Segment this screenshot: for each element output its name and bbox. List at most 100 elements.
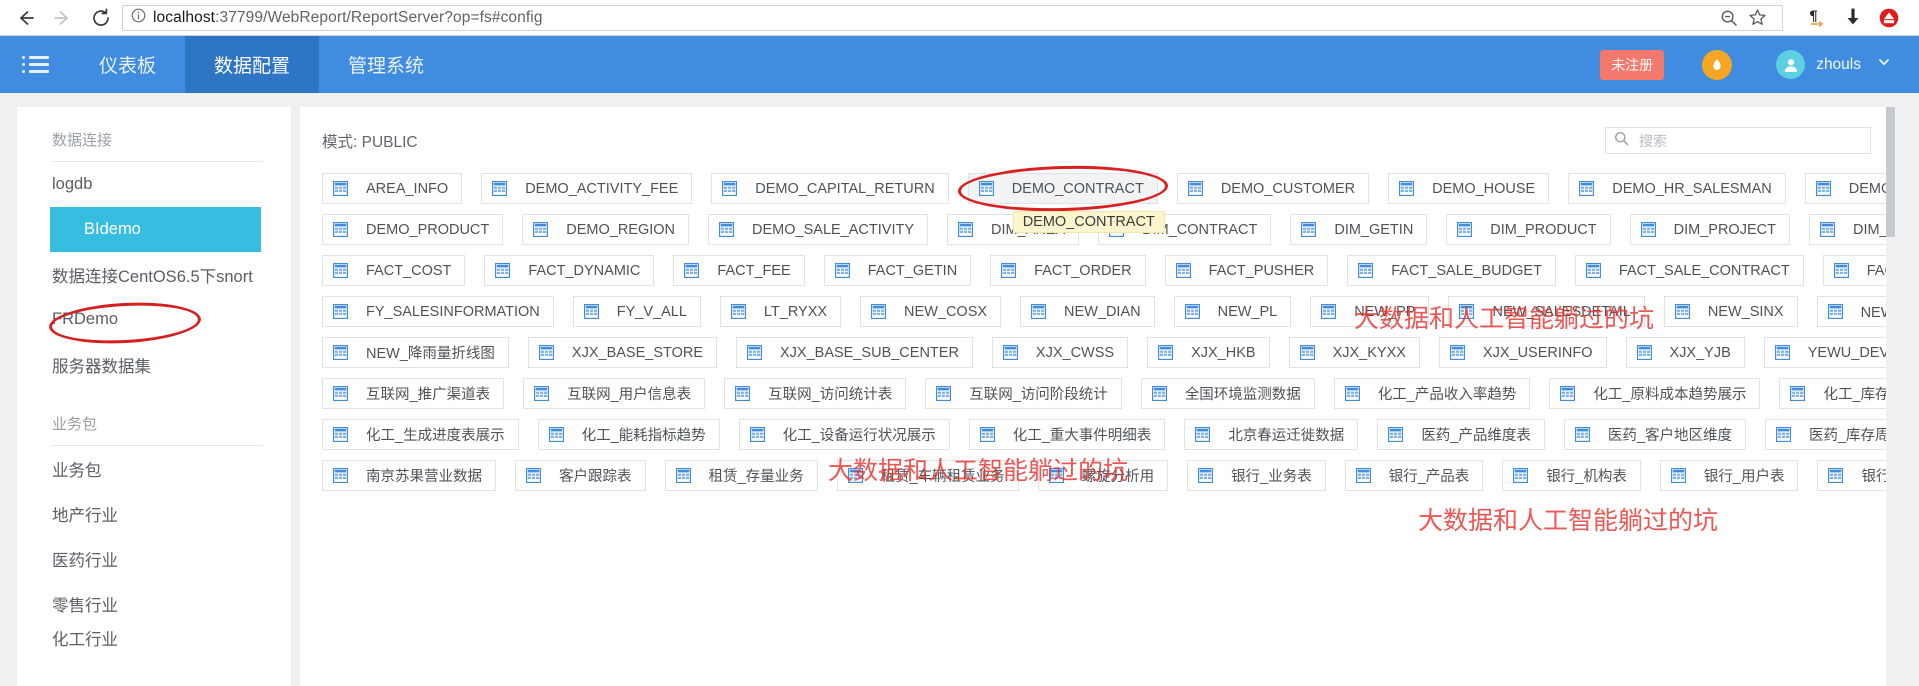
table-chip[interactable]: FACT_DYNAMIC [484, 255, 655, 286]
table-chip[interactable]: XJX_BASE_STORE [527, 337, 718, 368]
extension-icon[interactable] [1877, 6, 1901, 30]
table-chip[interactable]: XJX_KYXX [1288, 337, 1420, 368]
download-icon[interactable] [1841, 6, 1865, 30]
table-chip[interactable]: 化工_能耗指标趋势 [537, 419, 720, 450]
table-chip[interactable]: NEW_SALESDETAIL [1448, 296, 1645, 327]
main-scrollbar-thumb[interactable] [1886, 107, 1895, 237]
table-chip[interactable]: 互联网_用户信息表 [523, 378, 706, 409]
table-chip[interactable]: NEW_PP [1310, 296, 1430, 327]
table-chip[interactable]: XJX_HKB [1147, 337, 1270, 368]
table-chip[interactable]: XJX_BASE_SUB_CENTER [736, 337, 973, 368]
table-chip[interactable]: 北京春运迁徙数据 [1184, 419, 1359, 450]
table-chip[interactable]: FACT_STOCK [1822, 255, 1895, 286]
sidebar-item-bidemo[interactable]: BIdemo [50, 207, 261, 252]
table-chip[interactable]: 互联网_访问阶段统计 [925, 378, 1122, 409]
sidebar-item-realestate[interactable]: 地产行业 [17, 491, 291, 536]
chevron-down-icon[interactable] [1877, 55, 1891, 74]
zoom-out-icon[interactable] [1716, 6, 1742, 30]
table-chip[interactable]: FACT_COST [322, 255, 466, 286]
table-chip[interactable]: 客户跟踪表 [515, 460, 646, 491]
table-chip[interactable]: NEW_COSX [860, 296, 1002, 327]
sidebar-item-logdb[interactable]: logdb [17, 162, 291, 207]
table-chip[interactable]: 互联网_推广渠道表 [322, 378, 505, 409]
table-chip[interactable]: 租赁_车辆租赁业务 [836, 460, 1019, 491]
table-chip[interactable]: DEMO_REGION [522, 214, 690, 245]
table-chip[interactable]: FACT_PUSHER [1164, 255, 1329, 286]
sidebar-item-server-dataset[interactable]: 服务器数据集 [17, 342, 291, 387]
tab-management[interactable]: 管理系统 [319, 36, 453, 93]
address-bar[interactable]: localhost:37799/WebReport/ReportServer?o… [122, 4, 1783, 31]
table-chip[interactable]: DEMO_PRODUCT [322, 214, 504, 245]
table-chip[interactable]: DEMO_SALE_ACTIVITY [708, 214, 928, 245]
table-chip[interactable]: DEMO_ACTIVITY_FEE [481, 173, 693, 204]
table-chip[interactable]: XJX_USERINFO [1438, 337, 1607, 368]
table-chip[interactable]: DIM_AREA [947, 214, 1080, 245]
table-chip[interactable]: 化工_生成进度表展示 [322, 419, 519, 450]
table-chip[interactable]: FACT_FEE [673, 255, 805, 286]
table-chip[interactable]: 银行_产品表 [1344, 460, 1484, 491]
table-chip[interactable]: DEMO_HR_USER [1804, 173, 1895, 204]
table-chip[interactable]: 银行_财务分析 [1817, 460, 1895, 491]
table-chip[interactable]: FACT_GETIN [823, 255, 972, 286]
sidebar-item-frdemo[interactable]: FRDemo [17, 297, 291, 342]
table-chip[interactable]: 医药_库存周转事实表 [1764, 419, 1895, 450]
flame-icon[interactable] [1702, 49, 1733, 80]
sidebar-item-pharma[interactable]: 医药行业 [17, 536, 291, 581]
search-box[interactable] [1605, 127, 1871, 154]
table-chip[interactable]: DEMO_CUSTOMER [1176, 173, 1370, 204]
table-chip[interactable]: 化工_设备运行状况展示 [738, 419, 950, 450]
table-chip[interactable]: DEMO_HR_SALESMAN [1568, 173, 1786, 204]
table-chip[interactable]: AREA_INFO [322, 173, 463, 204]
table-chip[interactable]: DIM_PROJECT [1629, 214, 1790, 245]
table-chip[interactable]: FACT_SALE_CONTRACT [1574, 255, 1804, 286]
table-chip[interactable]: DEMO_HOUSE [1388, 173, 1550, 204]
table-chip[interactable]: NEW_PL [1173, 296, 1292, 327]
table-chip[interactable]: 互联网_访问统计表 [724, 378, 907, 409]
table-chip[interactable]: 银行_用户表 [1659, 460, 1799, 491]
table-chip[interactable]: NEW_三角函数柱形图 [1816, 296, 1895, 327]
sidebar-item-chemical[interactable]: 化工行业 [17, 626, 291, 648]
table-chip[interactable]: LT_RYXX [719, 296, 842, 327]
table-chip[interactable]: 医药_客户地区维度 [1563, 419, 1746, 450]
table-chip[interactable]: 南京苏果营业数据 [322, 460, 496, 491]
table-chip[interactable]: 螺旋分析用 [1037, 460, 1169, 491]
table-chip[interactable]: DEMO_CONTRACT [967, 173, 1158, 204]
table-chip[interactable]: 化工_库存展示 [1779, 378, 1895, 409]
table-chip[interactable]: 化工_重大事件明细表 [968, 419, 1166, 450]
avatar[interactable] [1776, 50, 1806, 79]
table-chip[interactable]: 租赁_存量业务 [664, 460, 818, 491]
sidebar-item-business-package[interactable]: 业务包 [17, 446, 291, 491]
search-input[interactable] [1637, 131, 1862, 150]
reload-icon[interactable] [84, 3, 118, 33]
table-chip[interactable]: DEMO_CAPITAL_RETURN [711, 173, 949, 204]
table-chip[interactable]: 化工_原料成本趋势展示 [1549, 378, 1761, 409]
table-chip[interactable]: 化工_产品收入率趋势 [1333, 378, 1531, 409]
tab-data-config[interactable]: 数据配置 [185, 36, 320, 93]
pilcrow-translate-icon[interactable]: ¶ [1805, 6, 1829, 30]
table-chip[interactable]: XJX_CWSS [991, 337, 1129, 368]
status-badge-unregistered[interactable]: 未注册 [1600, 49, 1665, 80]
table-chip[interactable]: 银行_业务表 [1187, 460, 1326, 491]
table-chip[interactable]: DIM_PRODUCT [1446, 214, 1611, 245]
table-chip[interactable]: DIM_GETIN [1290, 214, 1428, 245]
table-chip[interactable]: XJX_YJB [1625, 337, 1745, 368]
table-chip[interactable]: FY_SALESINFORMATION [322, 296, 554, 327]
table-chip[interactable]: FY_V_ALL [572, 296, 701, 327]
tab-dashboard[interactable]: 仪表板 [70, 36, 185, 93]
info-icon[interactable] [131, 8, 146, 28]
hamburger-menu-icon[interactable] [0, 36, 70, 93]
main-scrollbar-track[interactable] [1886, 107, 1895, 686]
bookmark-star-icon[interactable] [1744, 6, 1770, 30]
table-chip[interactable]: 医药_产品维度表 [1377, 419, 1545, 450]
sidebar-item-retail[interactable]: 零售行业 [17, 581, 291, 626]
table-chip[interactable]: 银行_机构表 [1502, 460, 1641, 491]
table-chip[interactable]: 全国环境监测数据 [1140, 378, 1315, 409]
table-chip[interactable]: DIM_ROOM [1808, 214, 1895, 245]
table-chip[interactable]: FACT_SALE_BUDGET [1347, 255, 1556, 286]
table-chip[interactable]: NEW_SINX [1663, 296, 1798, 327]
back-arrow-icon[interactable] [8, 3, 42, 33]
table-chip[interactable]: FACT_ORDER [990, 255, 1146, 286]
sidebar-item-centos-snort[interactable]: 数据连接CentOS6.5下snort [17, 252, 291, 297]
table-chip[interactable]: NEW_DIAN [1020, 296, 1155, 327]
table-chip[interactable]: YEWU_DEV [1763, 337, 1895, 368]
